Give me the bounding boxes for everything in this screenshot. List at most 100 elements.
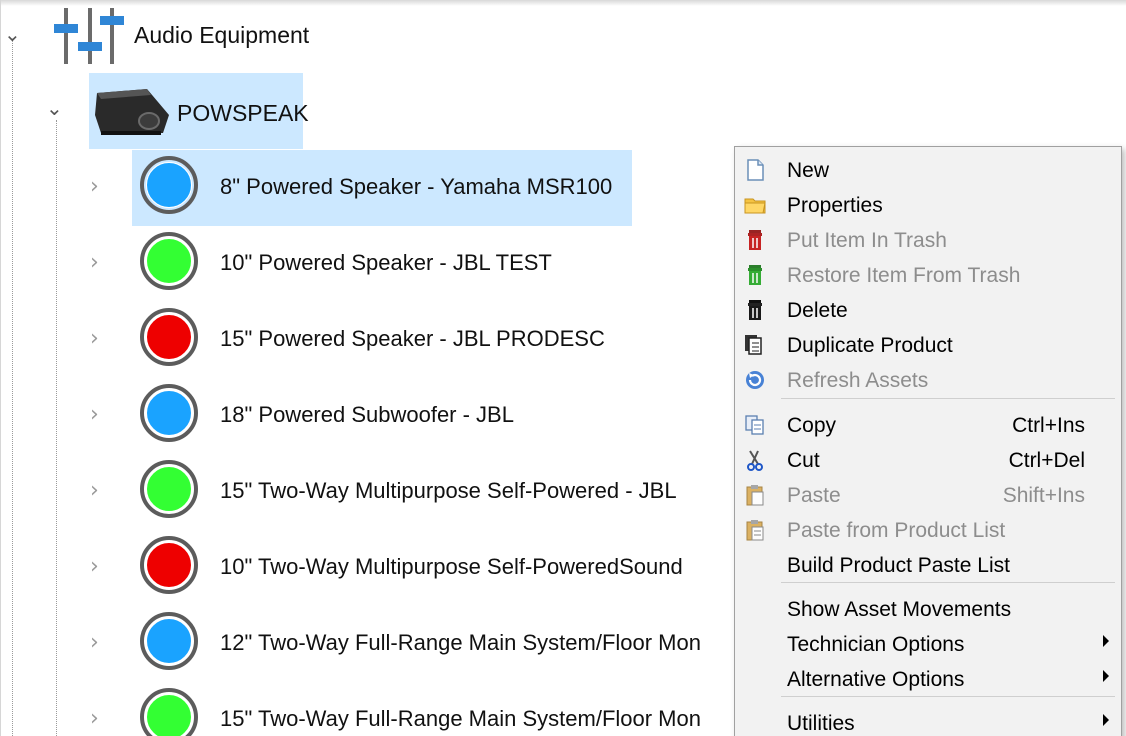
tree-guide-line — [12, 40, 13, 736]
menu-item-shortcut: Shift+Ins — [1002, 484, 1085, 507]
submenu-arrow-icon — [1103, 714, 1109, 726]
black-trash-icon — [743, 298, 767, 322]
menu-separator — [781, 398, 1115, 399]
menu-item-copy[interactable]: Copy Ctrl+Ins — [735, 407, 1121, 442]
status-circle-fill — [146, 162, 192, 208]
stage-monitor-speaker-icon — [95, 89, 169, 135]
status-circle-icon — [140, 460, 198, 518]
status-circle-icon — [140, 156, 198, 214]
expand-chevron-down-icon[interactable]: ⌄ — [4, 24, 21, 44]
menu-item-label: Utilities — [787, 712, 855, 735]
menu-item-new[interactable]: New — [735, 152, 1121, 187]
tree-node-label: 15" Powered Speaker - JBL PRODESC — [220, 326, 605, 351]
tree-node-product[interactable]: 12" Two-Way Full-Range Main System/Floor… — [132, 606, 732, 682]
tree-node-label: 8" Powered Speaker - Yamaha MSR100 — [220, 174, 613, 199]
context-menu: New Properties Put Item In Trash Restore It… — [734, 146, 1122, 736]
menu-item-shortcut: Ctrl+Ins — [1012, 414, 1085, 437]
status-circle-icon — [140, 308, 198, 366]
menu-item-label: Technician Options — [787, 633, 965, 656]
expand-chevron-right-icon[interactable]: › — [90, 252, 99, 274]
expand-chevron-right-icon[interactable]: › — [90, 480, 99, 502]
tree-node-label: 15" Two-Way Multipurpose Self-Powered - … — [220, 478, 677, 503]
menu-item-build-product-paste-list[interactable]: Build Product Paste List — [735, 547, 1121, 582]
tree-node-product[interactable]: 18" Powered Subwoofer - JBL — [132, 378, 732, 454]
menu-item-label: Cut — [787, 449, 820, 472]
menu-item-label: Duplicate Product — [787, 334, 953, 357]
expand-chevron-right-icon[interactable]: › — [90, 176, 99, 198]
clipboard-icon — [743, 483, 767, 507]
menu-item-label: New — [787, 159, 830, 182]
window-left-edge — [0, 0, 1, 736]
expand-chevron-down-icon[interactable]: ⌄ — [46, 98, 63, 118]
clipboard-list-icon — [743, 518, 767, 542]
menu-item-delete[interactable]: Delete — [735, 292, 1121, 327]
menu-item-restore-item-from-trash[interactable]: Restore Item From Trash — [735, 257, 1121, 292]
menu-item-label: Refresh Assets — [787, 369, 929, 392]
tree-node-label: 10" Two-Way Multipurpose Self-PoweredSou… — [220, 554, 683, 579]
tree-node-powspeak[interactable]: POWSPEAK — [89, 73, 309, 149]
tree-node-product[interactable]: 10" Two-Way Multipurpose Self-PoweredSou… — [132, 530, 732, 606]
menu-item-label: Restore Item From Trash — [787, 264, 1021, 287]
expand-chevron-right-icon[interactable]: › — [90, 328, 99, 350]
expand-chevron-right-icon[interactable]: › — [90, 556, 99, 578]
window-top-edge — [0, 0, 1126, 6]
tree-node-product[interactable]: 8" Powered Speaker - Yamaha MSR100 — [132, 150, 632, 226]
tree-node-label: 15" Two-Way Full-Range Main System/Floor… — [220, 706, 701, 731]
tree-node-label: 10" Powered Speaker - JBL TEST — [220, 250, 552, 275]
tree-node-audio-equipment[interactable]: Audio Equipment — [46, 8, 336, 64]
tree-node-label: Audio Equipment — [134, 22, 310, 48]
menu-item-put-item-in-trash[interactable]: Put Item In Trash — [735, 222, 1121, 257]
tree-node-product[interactable]: 15" Two-Way Multipurpose Self-Powered - … — [132, 454, 732, 530]
submenu-arrow-icon — [1103, 635, 1109, 647]
new-document-icon — [743, 158, 767, 182]
menu-item-properties[interactable]: Properties — [735, 187, 1121, 222]
tree-node-label: 12" Two-Way Full-Range Main System/Floor… — [220, 630, 701, 655]
menu-item-shortcut: Ctrl+Del — [1008, 449, 1085, 472]
menu-item-refresh-assets[interactable]: Refresh Assets — [735, 362, 1121, 397]
scissors-icon — [743, 448, 767, 472]
folder-icon — [743, 193, 767, 217]
status-circle-fill — [146, 618, 192, 664]
menu-item-alternative-options[interactable]: Alternative Options — [735, 661, 1121, 696]
expand-chevron-right-icon[interactable]: › — [90, 708, 99, 730]
menu-item-label: Copy — [787, 414, 837, 437]
status-circle-fill — [146, 466, 192, 512]
menu-item-utilities[interactable]: Utilities — [735, 705, 1121, 736]
duplicate-pages-icon — [743, 333, 767, 357]
status-circle-icon — [140, 232, 198, 290]
menu-item-label: Show Asset Movements — [787, 598, 1012, 621]
status-circle-fill — [146, 390, 192, 436]
status-circle-fill — [146, 694, 192, 736]
menu-item-paste[interactable]: Paste Shift+Ins — [735, 477, 1121, 512]
tree-view-window: ⌄ Audio Equipment ⌄ POWSPEAK › 8" Powered… — [0, 0, 1126, 736]
menu-item-label: Properties — [787, 194, 883, 217]
status-circle-icon — [140, 536, 198, 594]
tree-node-label: POWSPEAK — [177, 100, 309, 126]
tree-node-product[interactable]: 10" Powered Speaker - JBL TEST — [132, 226, 732, 302]
tree-node-product[interactable]: 15" Two-Way Full-Range Main System/Floor… — [132, 682, 732, 736]
menu-item-show-asset-movements[interactable]: Show Asset Movements — [735, 591, 1121, 626]
tree-node-product[interactable]: 15" Powered Speaker - JBL PRODESC — [132, 302, 732, 378]
menu-item-label: Build Product Paste List — [787, 554, 1010, 577]
expand-chevron-right-icon[interactable]: › — [90, 404, 99, 426]
menu-separator — [781, 696, 1115, 697]
expand-chevron-right-icon[interactable]: › — [90, 632, 99, 654]
status-circle-fill — [146, 314, 192, 360]
refresh-icon — [743, 368, 767, 392]
menu-item-technician-options[interactable]: Technician Options — [735, 626, 1121, 661]
mixer-sliders-icon — [54, 8, 124, 64]
menu-item-label: Put Item In Trash — [787, 229, 947, 252]
tree-guide-line — [56, 120, 57, 736]
menu-item-duplicate-product[interactable]: Duplicate Product — [735, 327, 1121, 362]
green-trash-icon — [743, 263, 767, 287]
menu-item-paste-from-product-list[interactable]: Paste from Product List — [735, 512, 1121, 547]
status-circle-icon — [140, 384, 198, 442]
status-circle-fill — [146, 238, 192, 284]
red-trash-icon — [743, 228, 767, 252]
menu-item-cut[interactable]: Cut Ctrl+Del — [735, 442, 1121, 477]
menu-item-label: Alternative Options — [787, 668, 965, 691]
menu-separator — [781, 582, 1115, 583]
submenu-arrow-icon — [1103, 670, 1109, 682]
tree-node-label: 18" Powered Subwoofer - JBL — [220, 402, 514, 427]
status-circle-fill — [146, 542, 192, 588]
